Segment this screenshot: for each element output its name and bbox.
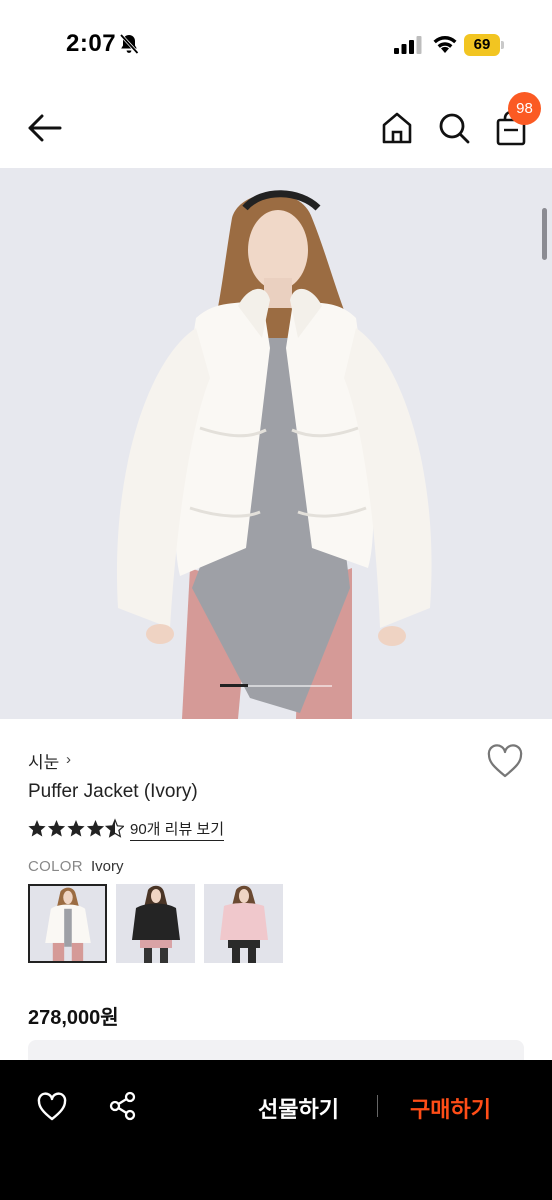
battery-icon: 69 — [464, 34, 504, 56]
wifi-icon — [433, 36, 457, 53]
swatch-black-image — [116, 884, 195, 963]
heart-outline-icon[interactable] — [36, 1092, 68, 1122]
home-icon[interactable] — [380, 110, 414, 146]
swatch-pink-image — [204, 884, 283, 963]
star-rating — [28, 819, 124, 838]
color-value: Ivory — [91, 858, 124, 875]
cart-count-badge: 98 — [508, 92, 541, 125]
battery-cap — [501, 41, 504, 49]
scroll-indicator — [542, 208, 547, 260]
gallery-track — [248, 685, 332, 687]
color-label: COLOR — [28, 858, 83, 875]
color-swatch-pink[interactable] — [204, 884, 283, 963]
product-name: Puffer Jacket (Ivory) — [28, 781, 198, 802]
buy-button[interactable]: 구매하기 — [410, 1092, 491, 1124]
rating-star — [28, 820, 46, 837]
status-bar: 2:07 69 — [0, 0, 552, 88]
rating-star — [47, 820, 66, 837]
top-nav — [0, 88, 552, 168]
rating-star — [105, 819, 124, 838]
gallery-page-indicator — [220, 684, 332, 688]
chevron-right-icon: › — [66, 751, 71, 768]
status-time: 2:07 — [66, 30, 117, 57]
battery-level: 69 — [473, 36, 491, 53]
rating-star — [67, 820, 85, 837]
product-price: 278,000원 — [28, 1007, 119, 1029]
bell-slash-icon — [119, 33, 139, 55]
rating-star — [86, 820, 105, 837]
color-swatch-black[interactable] — [116, 884, 195, 963]
brand-link[interactable]: 시눈 — [28, 748, 59, 773]
bottom-bar-divider — [377, 1095, 378, 1117]
heart-outline-icon[interactable] — [486, 744, 524, 780]
swatch-ivory-image — [30, 886, 105, 961]
color-swatch-ivory[interactable] — [28, 884, 107, 963]
gift-button[interactable]: 선물하기 — [258, 1092, 339, 1124]
cellular-signal-icon — [394, 36, 422, 54]
back-arrow-icon[interactable] — [24, 110, 64, 146]
review-count-link[interactable]: 90개 리뷰 보기 — [130, 818, 225, 841]
bottom-action-bar — [0, 1060, 552, 1200]
product-image[interactable] — [0, 168, 552, 719]
gallery-active-page — [220, 684, 248, 687]
product-photo — [0, 168, 552, 719]
search-icon[interactable] — [437, 110, 471, 146]
share-icon[interactable] — [108, 1091, 138, 1121]
